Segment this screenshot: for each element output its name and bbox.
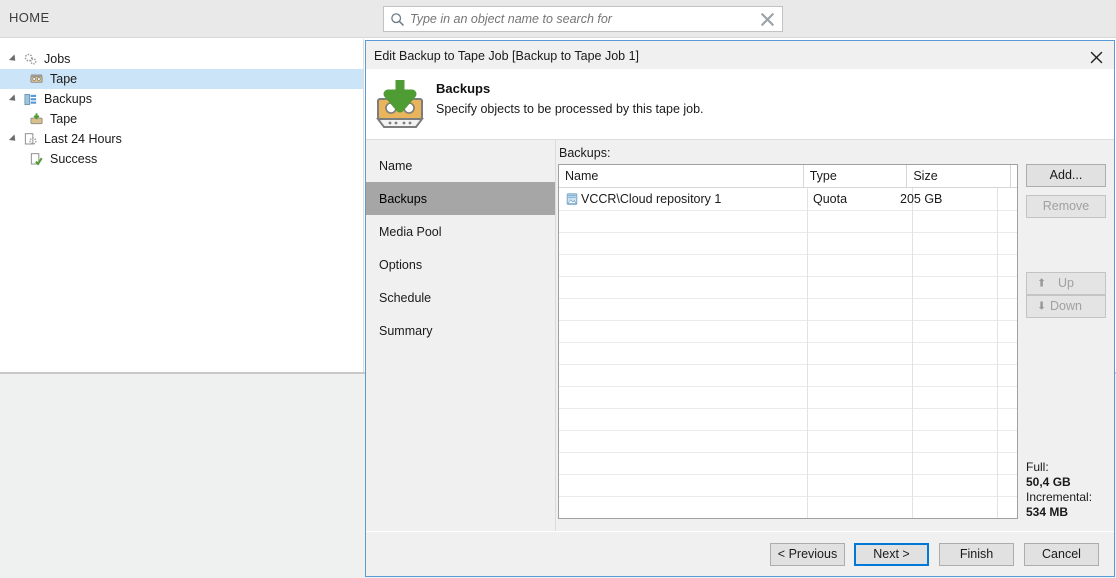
move-down-button[interactable]: ⬇ Down — [1026, 295, 1106, 318]
search-box[interactable] — [383, 6, 783, 32]
sidebar-item-label: Last 24 Hours — [44, 132, 122, 146]
table-body: VCCR\Cloud repository 1 Quota 205 GB — [559, 188, 1017, 518]
expander-icon[interactable] — [6, 94, 20, 104]
sidebar-item-label: Tape — [50, 112, 78, 126]
table-row[interactable]: VCCR\Cloud repository 1 Quota 205 GB — [559, 188, 1017, 210]
column-header-extra[interactable] — [1011, 165, 1017, 187]
column-header-size[interactable]: Size — [907, 165, 1011, 187]
close-icon[interactable] — [1083, 46, 1109, 68]
wizard-step-media-pool[interactable]: Media Pool — [366, 215, 555, 248]
table-header-row: Name Type Size — [559, 165, 1017, 188]
sidebar-item-success[interactable]: Success — [0, 149, 363, 169]
sidebar-item-label: Tape — [50, 72, 78, 86]
dialog-header-subtitle: Specify objects to be processed by this … — [436, 102, 704, 116]
cancel-button[interactable]: Cancel — [1024, 543, 1099, 566]
lower-left-pane — [0, 372, 364, 578]
sidebar-item-label: Backups — [44, 92, 92, 106]
backups-disk-icon — [20, 92, 40, 107]
column-header-name[interactable]: Name — [559, 165, 804, 187]
table-action-buttons: Add... Remove ⬆ Up ⬇ Down — [1026, 164, 1108, 318]
app-root: HOME Type in an object name to search fo… — [0, 0, 1116, 578]
dialog-footer: < Previous Next > Finish Cancel — [366, 531, 1114, 576]
close-icon[interactable] — [752, 11, 782, 28]
wizard-steps: Name Backups Media Pool Options Schedule… — [366, 140, 556, 534]
wizard-step-options[interactable]: Options — [366, 248, 555, 281]
incremental-value: 534 MB — [1026, 505, 1069, 519]
edit-backup-to-tape-job-dialog: Edit Backup to Tape Job [Backup to Tape … — [365, 40, 1115, 577]
size-summary: Full: 50,4 GB Incremental: 534 MB — [1026, 460, 1116, 520]
tape-drive-icon — [26, 72, 46, 87]
full-value: 50,4 GB — [1026, 475, 1071, 489]
expander-icon[interactable] — [6, 134, 20, 144]
table-gridlines — [559, 188, 1017, 518]
dialog-header-title: Backups — [436, 81, 491, 96]
dialog-title: Edit Backup to Tape Job [Backup to Tape … — [374, 49, 639, 63]
search-icon — [384, 12, 410, 27]
cell-name: VCCR\Cloud repository 1 — [559, 192, 807, 206]
cell-type: Quota — [813, 192, 848, 206]
column-header-type[interactable]: Type — [804, 165, 908, 187]
wizard-content: Backups: Name Type Size VCCR\Cloud repos… — [556, 140, 1114, 533]
sidebar-item-backups[interactable]: Backups — [0, 89, 363, 109]
remove-button[interactable]: Remove — [1026, 195, 1106, 218]
success-check-icon — [26, 152, 46, 167]
expander-icon[interactable] — [6, 54, 20, 64]
sidebar-item-label: Success — [50, 152, 98, 166]
cell-name-text: VCCR\Cloud repository 1 — [581, 192, 722, 206]
sidebar-item-last-24-hours[interactable]: Last 24 Hours — [0, 129, 363, 149]
backups-table[interactable]: Name Type Size VCCR\Cloud repository 1 Q… — [558, 164, 1018, 519]
move-up-button[interactable]: ⬆ Up — [1026, 272, 1106, 295]
sidebar-item-jobs[interactable]: Jobs — [0, 49, 363, 69]
move-up-label: Up — [1058, 276, 1074, 290]
tape-cassette-download-icon — [372, 77, 428, 133]
wizard-step-summary[interactable]: Summary — [366, 314, 555, 347]
backups-list-label: Backups: — [559, 146, 611, 160]
arrow-down-icon: ⬇ — [1037, 300, 1047, 312]
dialog-header: Backups Specify objects to be processed … — [366, 69, 1114, 139]
incremental-label: Incremental: — [1026, 490, 1093, 504]
ribbon-bar: HOME — [0, 0, 1116, 38]
navigation-tree-panel: Jobs Tape Backups Tape Last 24 Hours Suc… — [0, 39, 364, 372]
dialog-body: Name Backups Media Pool Options Schedule… — [366, 139, 1114, 534]
sidebar-item-jobs-tape[interactable]: Tape — [0, 69, 363, 89]
sidebar-item-label: Jobs — [44, 52, 71, 66]
next-button[interactable]: Next > — [854, 543, 929, 566]
cell-size: 205 GB — [900, 192, 943, 206]
add-button[interactable]: Add... — [1026, 164, 1106, 187]
full-label: Full: — [1026, 460, 1049, 474]
ribbon-tab-home[interactable]: HOME — [9, 10, 50, 25]
jobs-gears-icon — [20, 52, 40, 67]
wizard-step-schedule[interactable]: Schedule — [366, 281, 555, 314]
history-gear-icon — [20, 132, 40, 147]
move-down-label: Down — [1050, 299, 1082, 313]
finish-button[interactable]: Finish — [939, 543, 1014, 566]
sidebar-item-backups-tape[interactable]: Tape — [0, 109, 363, 129]
tape-backup-icon — [26, 112, 46, 127]
previous-button[interactable]: < Previous — [770, 543, 845, 566]
navigation-tree: Jobs Tape Backups Tape Last 24 Hours Suc… — [0, 39, 363, 169]
wizard-step-name[interactable]: Name — [366, 149, 555, 182]
wizard-step-backups[interactable]: Backups — [366, 182, 555, 215]
cloud-repository-icon — [563, 192, 581, 206]
arrow-up-icon: ⬆ — [1037, 277, 1047, 289]
search-input[interactable] — [410, 12, 752, 26]
